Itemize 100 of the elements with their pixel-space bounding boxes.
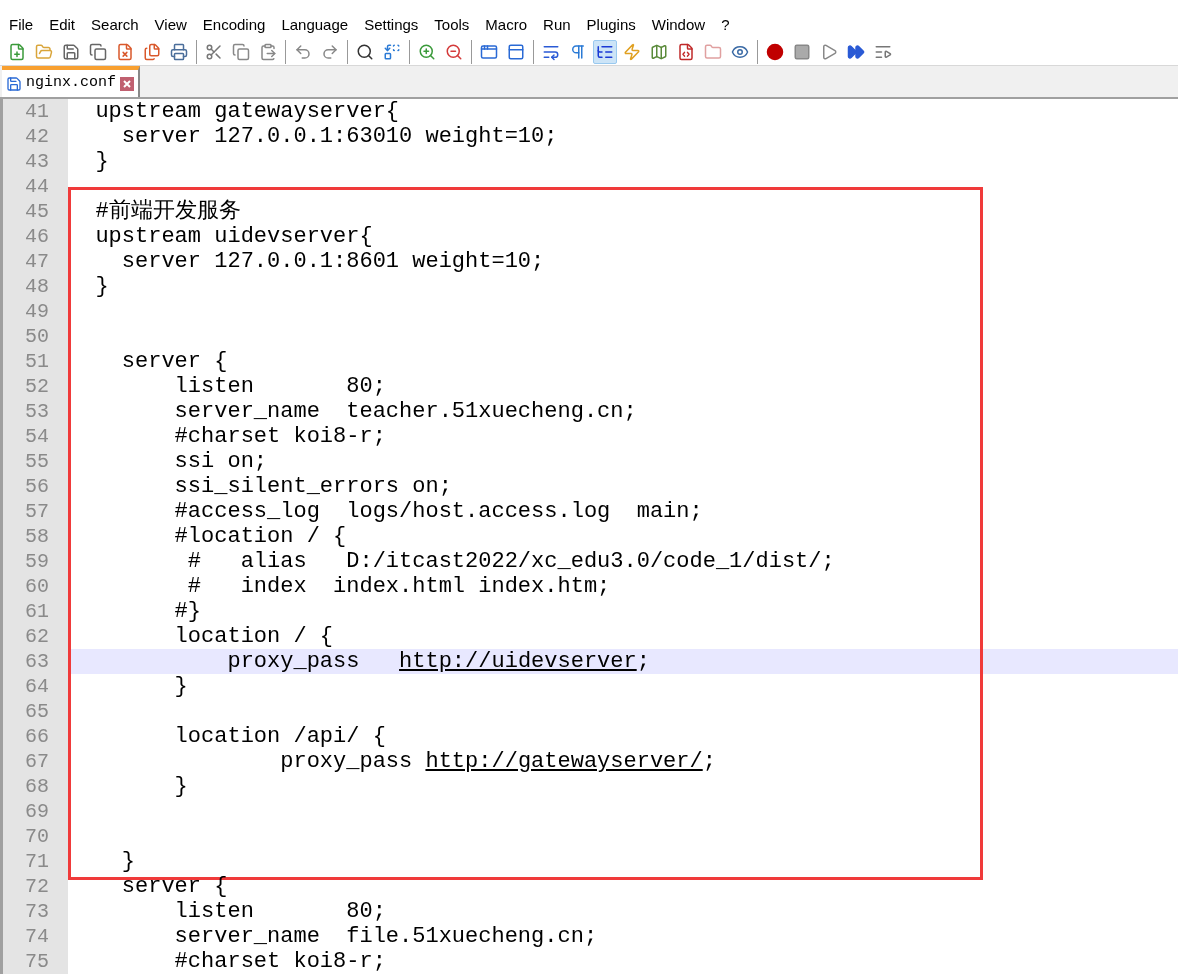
code-line: # index index.html index.htm; — [186, 574, 611, 599]
code-line: } — [94, 149, 109, 174]
code-line: server_name file.51xuecheng.cn; — [173, 924, 598, 949]
printer-icon — [170, 42, 188, 61]
code-line: proxy_pass http://gatewayserver/; — [279, 749, 716, 774]
stop-icon — [793, 42, 811, 61]
line-number: 69 — [0, 799, 68, 824]
menu-item[interactable]: Tools — [426, 13, 478, 37]
pilcrow-icon — [569, 42, 587, 61]
code-line: } — [173, 774, 188, 799]
redo-icon — [321, 42, 339, 61]
menu-item[interactable]: Encoding — [194, 13, 274, 37]
menu-item[interactable]: Run — [535, 13, 579, 37]
line-number: 59 — [0, 549, 68, 574]
map-icon — [650, 42, 668, 61]
code-line: upstream uidevserver{ — [94, 224, 373, 249]
cut-icon — [205, 42, 223, 61]
code-line: location /api/ { — [173, 724, 386, 749]
code-line: #} — [173, 599, 202, 624]
code-editor[interactable] — [0, 99, 1178, 976]
line-number: 47 — [0, 249, 68, 274]
file-tab[interactable]: nginx.conf — [2, 66, 140, 97]
menu-item[interactable]: Window — [643, 13, 714, 37]
code-line: #access_log logs/host.access.log main; — [173, 499, 703, 524]
line-number: 73 — [0, 899, 68, 924]
menu-item[interactable]: Settings — [356, 13, 427, 37]
code-line: server_name teacher.51xuecheng.cn; — [173, 399, 637, 424]
menu-item[interactable]: Macro — [477, 13, 536, 37]
code-line: server 127.0.0.1:63010 weight=10; — [120, 124, 558, 149]
line-number: 66 — [0, 724, 68, 749]
play-icon — [820, 42, 838, 61]
line-number: 56 — [0, 474, 68, 499]
code-line: server 127.0.0.1:8601 weight=10; — [120, 249, 545, 274]
new-file-icon — [8, 42, 26, 61]
replace-icon — [383, 42, 401, 61]
copy-icon — [232, 42, 250, 61]
url-link[interactable]: http://gatewayserver/ — [425, 749, 703, 774]
line-number: 42 — [0, 124, 68, 149]
line-number: 46 — [0, 224, 68, 249]
code-line: location / { — [173, 624, 334, 649]
code-line: upstream gatewayserver{ — [94, 99, 400, 124]
code-line: server { — [120, 874, 228, 899]
line-number: 53 — [0, 399, 68, 424]
code-line: #location / { — [173, 524, 347, 549]
line-number: 49 — [0, 299, 68, 324]
code-line: server { — [120, 349, 228, 374]
line-number: 60 — [0, 574, 68, 599]
code-line: listen 80; — [173, 374, 386, 399]
zoom-in-icon — [418, 42, 436, 61]
fast-forward-icon — [847, 42, 865, 61]
code-line: } — [173, 674, 188, 699]
close-icon[interactable] — [120, 76, 134, 91]
record-icon — [766, 42, 784, 61]
url-link[interactable]: http://uidevserver — [399, 649, 637, 674]
line-number: 45 — [0, 199, 68, 224]
menu-item[interactable]: View — [146, 13, 195, 37]
code-line: ssi_silent_errors on; — [173, 474, 452, 499]
code-line: #前端开发服务 — [94, 199, 241, 224]
menu-item[interactable]: Plugins — [578, 13, 644, 37]
tab-label: nginx.conf — [26, 73, 116, 94]
code-line: proxy_pass http://uidevserver; — [226, 649, 650, 674]
line-number: 70 — [0, 824, 68, 849]
line-number: 57 — [0, 499, 68, 524]
line-number: 43 — [0, 149, 68, 174]
menu-item[interactable]: File — [1, 13, 42, 37]
line-number: 48 — [0, 274, 68, 299]
toolbar-button[interactable] — [593, 39, 617, 64]
line-number: 65 — [0, 699, 68, 724]
folder-icon — [704, 42, 722, 61]
line-number: 51 — [0, 349, 68, 374]
code-line: listen 80; — [173, 899, 386, 924]
line-number: 68 — [0, 774, 68, 799]
code-line: } — [94, 274, 109, 299]
zoom-out-icon — [445, 42, 463, 61]
line-number: 75 — [0, 949, 68, 974]
line-number: 58 — [0, 524, 68, 549]
menu-item[interactable]: Language — [273, 13, 357, 37]
code-line: #charset koi8-r; — [173, 424, 386, 449]
close-file-icon — [116, 42, 134, 61]
line-number: 64 — [0, 674, 68, 699]
code-line: ssi on; — [173, 449, 268, 474]
line-number: 54 — [0, 424, 68, 449]
line-number: 67 — [0, 749, 68, 774]
line-number: 50 — [0, 324, 68, 349]
open-folder-icon — [35, 42, 53, 61]
line-number: 71 — [0, 849, 68, 874]
line-number: 63 — [0, 649, 68, 674]
menu-item[interactable]: ? — [713, 13, 738, 37]
save-icon — [6, 75, 22, 92]
line-number: 62 — [0, 624, 68, 649]
lightning-icon — [623, 42, 641, 61]
menu-item[interactable]: Edit — [41, 13, 84, 37]
line-number: 44 — [0, 174, 68, 199]
line-number: 55 — [0, 449, 68, 474]
line-number: 61 — [0, 599, 68, 624]
save-icon — [62, 42, 80, 61]
menu-item[interactable]: Search — [83, 13, 147, 37]
search-icon — [356, 42, 374, 61]
line-number: 74 — [0, 924, 68, 949]
undo-icon — [294, 42, 312, 61]
